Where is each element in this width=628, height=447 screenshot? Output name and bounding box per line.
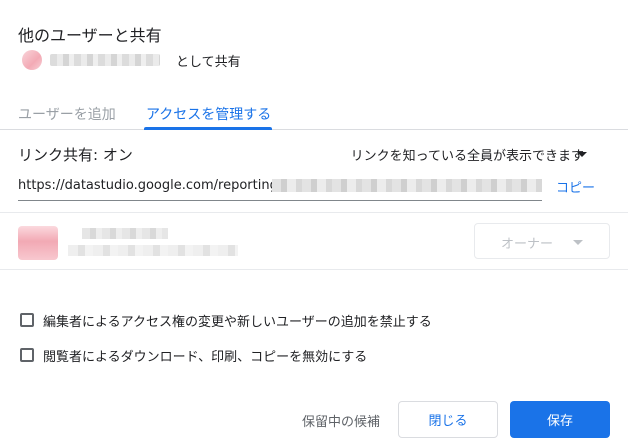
tab-add-users[interactable]: ユーザーを追加 <box>18 104 116 130</box>
option-label: 閲覧者によるダウンロード、印刷、コピーを無効にする <box>43 349 368 365</box>
divider <box>0 269 628 270</box>
owner-email-redacted <box>50 54 160 66</box>
member-avatar <box>18 226 58 260</box>
copy-link-button[interactable]: コピー <box>556 177 595 196</box>
chevron-down-icon <box>573 240 583 245</box>
owner-row: として共有 <box>22 48 241 72</box>
share-url-redacted <box>272 179 542 192</box>
chevron-down-icon[interactable] <box>577 152 587 157</box>
role-label: オーナー <box>501 237 554 252</box>
avatar <box>22 50 42 70</box>
option-disable-viewer-download[interactable]: 閲覧者によるダウンロード、印刷、コピーを無効にする <box>20 346 368 365</box>
link-scope-dropdown[interactable]: リンクを知っている全員が表示できます <box>351 145 584 164</box>
owner-chip <box>22 49 166 71</box>
tab-bar: ユーザーを追加 アクセスを管理する <box>0 98 628 130</box>
save-button[interactable]: 保存 <box>510 401 610 438</box>
close-button[interactable]: 閉じる <box>398 401 498 438</box>
member-name-redacted <box>82 228 168 239</box>
pending-suggestions-label: 保留中の候補 <box>302 415 381 430</box>
checkbox-icon[interactable] <box>20 348 34 362</box>
link-sharing-status: リンク共有: オン <box>18 146 133 164</box>
share-url-field[interactable]: https://datastudio.google.com/reporting/ <box>18 172 542 201</box>
owner-suffix-label: として共有 <box>176 54 241 70</box>
checkbox-icon[interactable] <box>20 313 34 327</box>
member-email-redacted <box>68 245 238 256</box>
share-url-text: https://datastudio.google.com/reporting/ <box>18 178 283 193</box>
role-select: オーナー <box>474 223 610 259</box>
active-tab-indicator <box>144 127 272 130</box>
option-prevent-editors-changing-access[interactable]: 編集者によるアクセス権の変更や新しいユーザーの追加を禁止する <box>20 311 432 330</box>
member-row: オーナー <box>0 213 628 269</box>
option-label: 編集者によるアクセス権の変更や新しいユーザーの追加を禁止する <box>43 314 432 330</box>
dialog-title: 他のユーザーと共有 <box>18 26 162 45</box>
